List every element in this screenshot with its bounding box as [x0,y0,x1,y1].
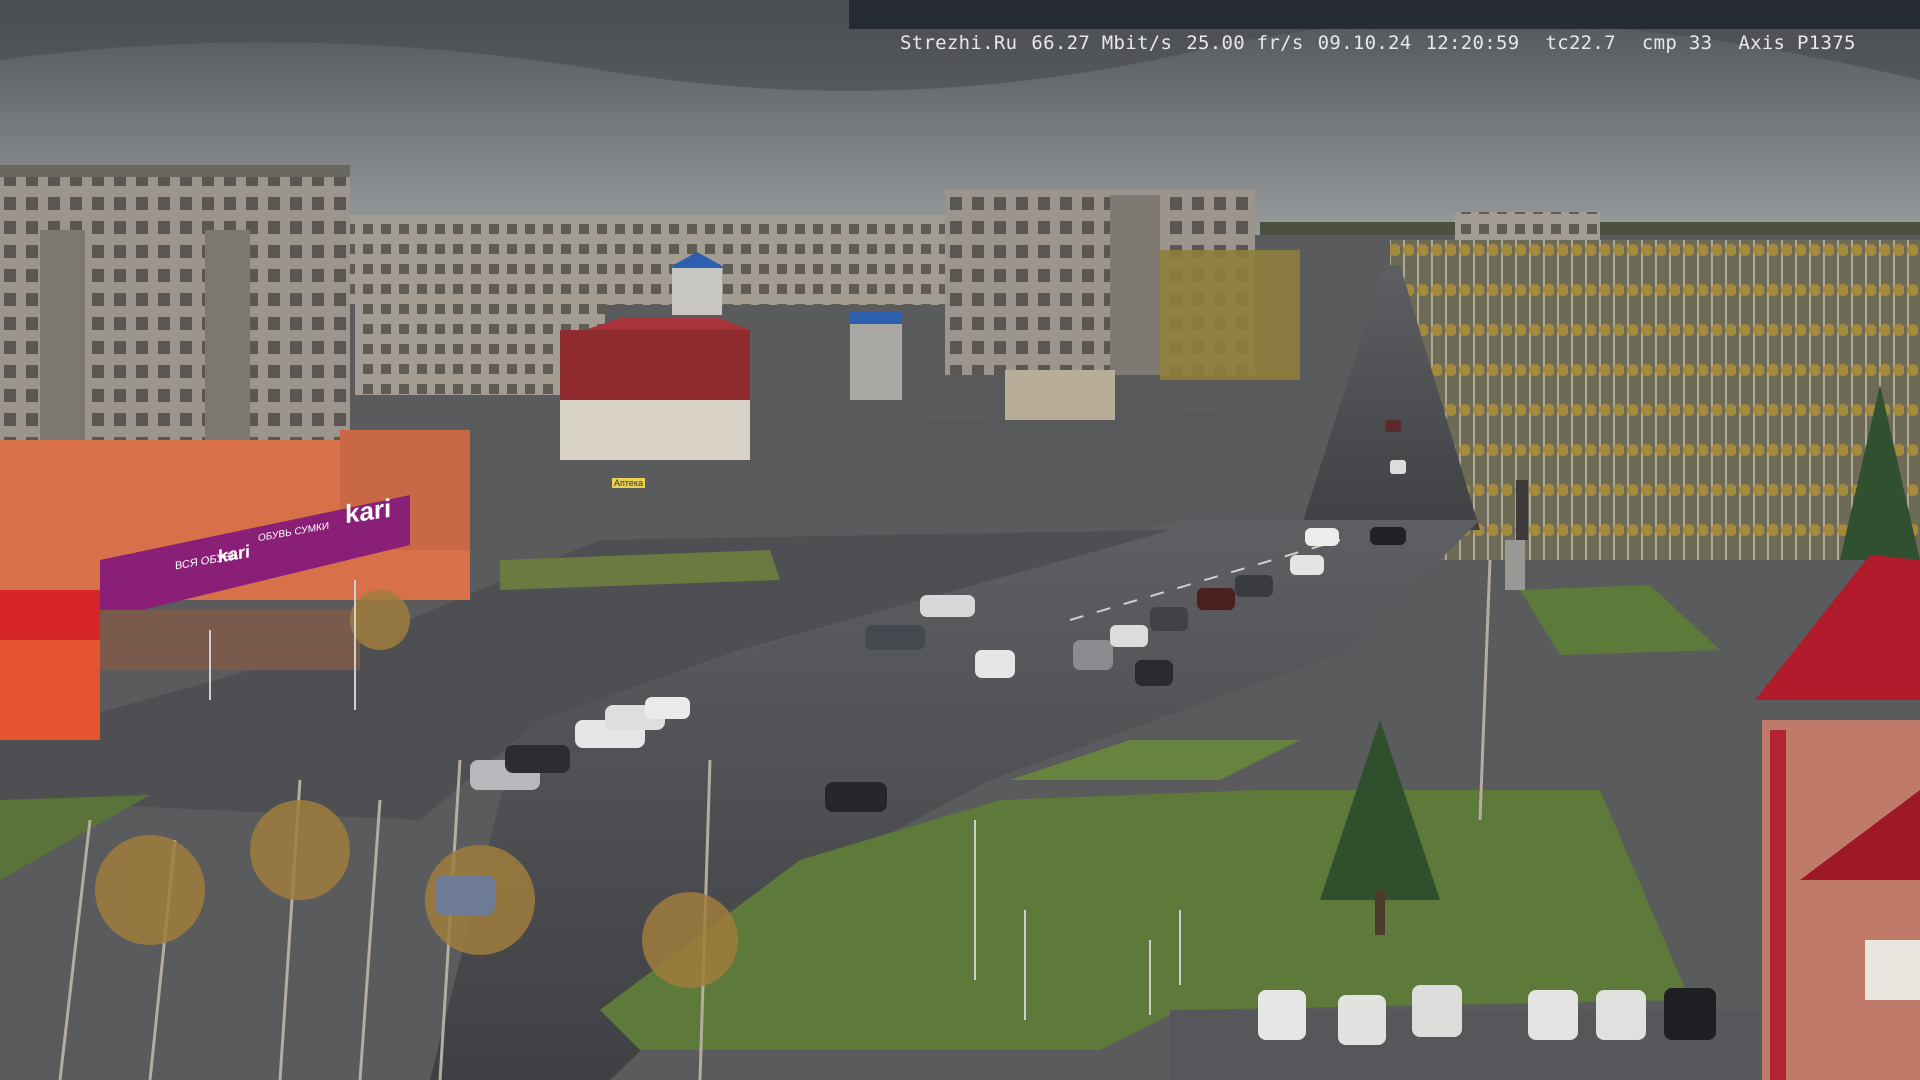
overlay-bitrate: 66.27 Mbit/s [1031,32,1173,54]
spruce-trunk [1375,890,1385,935]
apartment-roof-left [0,165,350,177]
store-sign: kari [345,492,392,530]
plaza-pavilion [1005,370,1115,420]
overlay-cmp: cmp 33 [1641,32,1713,54]
store-red-band [0,590,100,640]
blue-roof-building-2 [850,320,902,400]
pharmacy-sign: Аптека [612,478,646,488]
monument-statue [1516,480,1528,540]
overlay-site: Strezhi.Ru [899,32,1018,54]
red-building-roof [560,330,750,400]
monument-pedestal [1505,540,1525,590]
red-tower-pillar [1770,730,1786,1080]
overlay-time: 12:20:59 [1425,32,1520,54]
street-scene [0,0,1920,1080]
apartment-block-far-right [1455,212,1600,242]
apartment-tower-center-dark [1110,195,1160,375]
overlay-date: 09.10.24 [1317,32,1412,54]
overlay-tc: tc22.7 [1545,32,1616,54]
store-windows [100,610,360,670]
camera-info-overlay: Strezhi.Ru 66.27 Mbit/s 25.00 fr/s 09.10.24… [849,0,1920,54]
trees-center [1160,250,1300,380]
blue-roof-building [672,265,722,315]
overlay-camera: Axis P1375 [1738,32,1856,54]
webcam-frame: kari ВСЯ ОБУВЬ ОБУВЬ СУМКИ kari Аптека S… [0,0,1920,1080]
red-tower-window [1865,940,1920,1000]
central-plaza [860,410,1220,525]
blue-roof-2 [850,312,902,324]
overlay-framerate: 25.00 fr/s [1186,32,1304,54]
